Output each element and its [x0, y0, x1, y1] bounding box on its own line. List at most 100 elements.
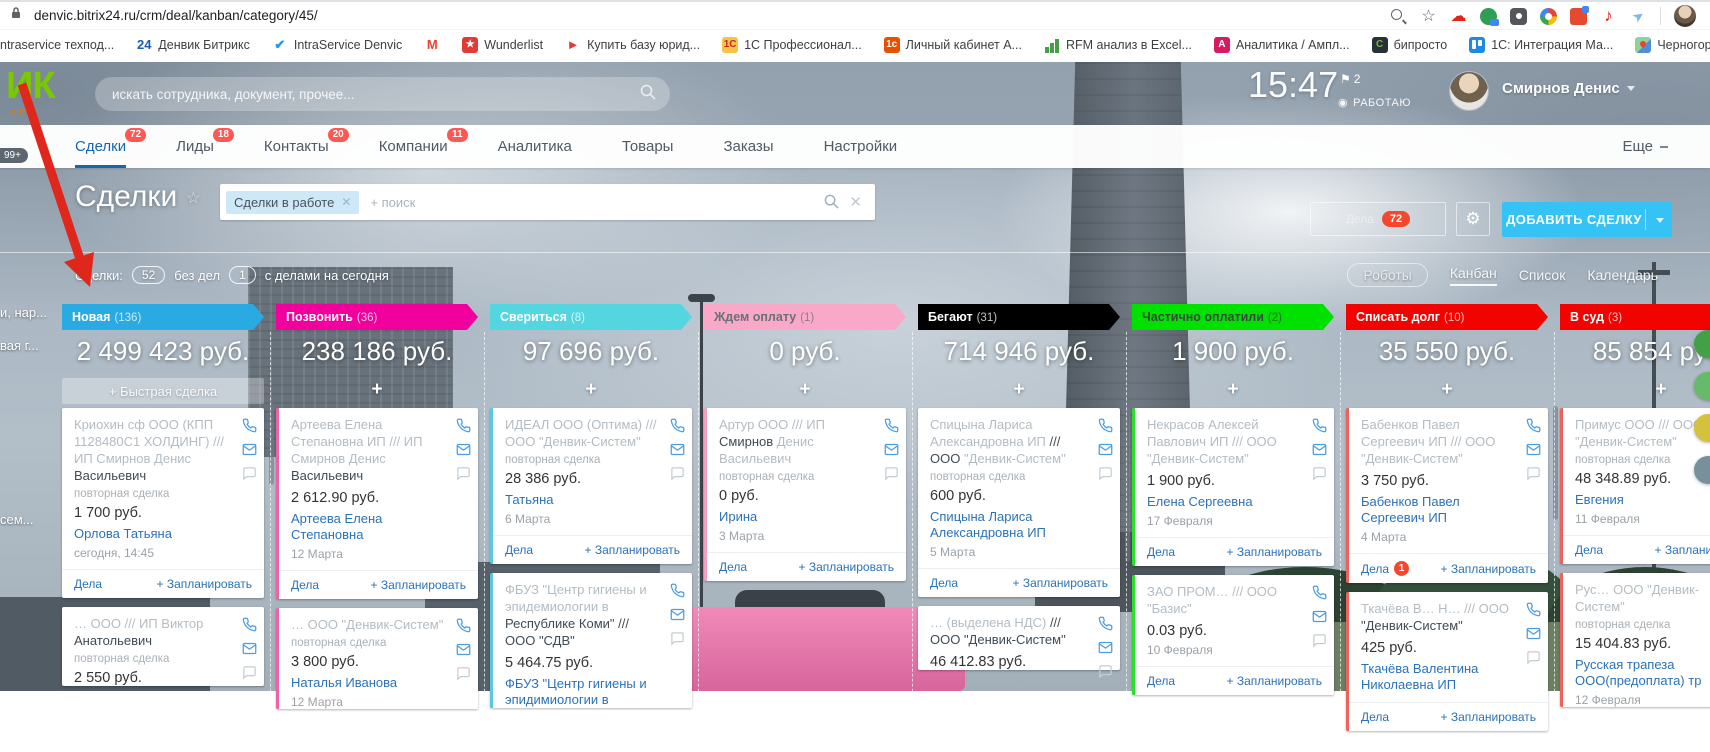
- envelope-icon[interactable]: [1526, 626, 1541, 641]
- cloud-extension-icon[interactable]: ☁: [1450, 8, 1467, 25]
- filter-search-input[interactable]: [370, 195, 815, 210]
- chat-bubble-icon[interactable]: [884, 466, 899, 481]
- card-plan-link[interactable]: + Запланировать: [370, 578, 466, 592]
- add-card-button[interactable]: +: [1132, 378, 1334, 402]
- browser-profile-avatar[interactable]: [1674, 5, 1696, 27]
- bookmark-item[interactable]: AАналитика / Ампл...: [1214, 37, 1350, 53]
- card-deals-link[interactable]: Дела: [74, 577, 102, 591]
- card-plan-link[interactable]: + Запланировать: [1654, 543, 1710, 557]
- nav-more-button[interactable]: Еще: [1622, 125, 1668, 168]
- chat-bubble-icon[interactable]: [456, 666, 471, 681]
- envelope-icon[interactable]: [884, 442, 899, 457]
- column-header[interactable]: Бегают(31): [918, 304, 1120, 330]
- bookmark-item[interactable]: ►Купить базу юрид...: [565, 37, 700, 53]
- kanban-card[interactable]: ЗАО ПРОМ… /// ООО "Базис"0.03 руб.10 Фев…: [1132, 575, 1334, 695]
- work-clock[interactable]: 15:47: [1248, 64, 1338, 106]
- column-header[interactable]: В суд(3): [1560, 304, 1710, 330]
- chat-widget-icon[interactable]: [1694, 330, 1710, 358]
- bookmark-star-icon[interactable]: ☆: [1420, 8, 1437, 25]
- card-plan-link[interactable]: + Запланировать: [1440, 710, 1536, 724]
- phone-icon[interactable]: [1098, 418, 1113, 433]
- bookmark-item[interactable]: ★Wunderlist: [462, 37, 543, 53]
- url-text[interactable]: denvic.bitrix24.ru/crm/deal/kanban/categ…: [34, 8, 318, 23]
- column-scrollbar[interactable]: [1553, 406, 1558, 520]
- view-tab-Канбан[interactable]: Канбан: [1450, 265, 1497, 286]
- chat-bubble-icon[interactable]: [670, 466, 685, 481]
- flag-counter[interactable]: ⚑2: [1340, 72, 1360, 86]
- bookmark-item[interactable]: 1С: Интеграция Ма...: [1469, 37, 1613, 53]
- kanban-card[interactable]: Бабенков Павел Сергеевич ИП /// ООО "Ден…: [1346, 408, 1548, 583]
- bookmark-item[interactable]: RFM анализ в Excel...: [1044, 37, 1192, 53]
- tab-Компании[interactable]: Компании11: [379, 125, 448, 168]
- card-deals-link[interactable]: Дела: [291, 578, 319, 592]
- column-header[interactable]: Частично оплатили(2): [1132, 304, 1334, 330]
- chat-bubble-icon[interactable]: [456, 466, 471, 481]
- pagespeed-extension-icon[interactable]: [1540, 8, 1557, 25]
- kanban-card[interactable]: Артеева Елена Степановна ИП /// ИП Смирн…: [276, 408, 478, 599]
- card-contact-link[interactable]: Артеева Елена Степановна: [291, 511, 448, 544]
- card-plan-link[interactable]: + Запланировать: [156, 577, 252, 591]
- envelope-icon[interactable]: [1098, 640, 1113, 655]
- add-card-button[interactable]: +: [1560, 378, 1710, 402]
- chat-bubble-icon[interactable]: [1526, 466, 1541, 481]
- chat-widget-icon[interactable]: [1694, 414, 1710, 442]
- card-plan-link[interactable]: + Запланировать: [1012, 576, 1108, 590]
- phone-icon[interactable]: [1526, 602, 1541, 617]
- user-avatar[interactable]: [1450, 72, 1488, 110]
- card-contact-link[interactable]: Бабенков Павел Сергеевич ИП: [1361, 494, 1518, 527]
- lightbulb-extension-icon[interactable]: [1510, 8, 1527, 25]
- card-deals-link[interactable]: Дела1: [1361, 561, 1409, 576]
- card-deals-link[interactable]: Дела: [1361, 710, 1389, 724]
- global-search-input[interactable]: [112, 87, 640, 102]
- bookmark-item[interactable]: Cбипросто: [1372, 37, 1448, 53]
- bookmark-item[interactable]: 1С1С Профессионал...: [722, 37, 862, 53]
- column-header[interactable]: Ждем оплату(1): [704, 304, 906, 330]
- kanban-card[interactable]: Рус… ООО "Денвик-Систем"повторная сделка…: [1560, 573, 1710, 707]
- column-header[interactable]: Свериться(8): [490, 304, 692, 330]
- card-deals-link[interactable]: Дела: [719, 560, 747, 574]
- card-contact-link[interactable]: Елена Сергеевна: [1147, 494, 1304, 510]
- envelope-icon[interactable]: [1312, 442, 1327, 457]
- bookmark-item[interactable]: 24Денвик Битрикс: [136, 37, 250, 53]
- add-card-button[interactable]: +: [490, 378, 692, 402]
- kanban-card[interactable]: ФБУЗ "Центр гигиены и эпидемиологии в Ре…: [490, 573, 692, 708]
- card-contact-link[interactable]: Наталья Иванова: [291, 675, 448, 691]
- envelope-icon[interactable]: [670, 607, 685, 622]
- user-menu[interactable]: Смирнов Денис: [1502, 80, 1635, 97]
- add-card-button[interactable]: +: [704, 378, 906, 402]
- bookmark-item[interactable]: ✔IntraService Denvic: [272, 37, 402, 53]
- work-status[interactable]: ◉РАБОТАЮ: [1338, 96, 1411, 109]
- phone-icon[interactable]: [670, 583, 685, 598]
- envelope-icon[interactable]: [1526, 442, 1541, 457]
- phone-icon[interactable]: [670, 418, 685, 433]
- phone-icon[interactable]: [1312, 418, 1327, 433]
- filter-clear-icon[interactable]: ✕: [849, 193, 862, 211]
- column-header[interactable]: Списать долг(10): [1346, 304, 1548, 330]
- music-note-extension-icon[interactable]: ♪: [1600, 8, 1617, 25]
- phone-icon[interactable]: [1098, 616, 1113, 631]
- kanban-card[interactable]: Примус ООО /// ООО "Денвик-Систем"повтор…: [1560, 408, 1710, 564]
- card-contact-link[interactable]: Спицына Лариса Александровна ИП: [930, 509, 1090, 542]
- phone-icon[interactable]: [884, 418, 899, 433]
- envelope-icon[interactable]: [670, 442, 685, 457]
- phone-icon[interactable]: [456, 618, 471, 633]
- card-deals-link[interactable]: Дела: [1147, 545, 1175, 559]
- company-logo[interactable]: ИК: [6, 66, 55, 106]
- filter-search-icon[interactable]: [824, 194, 839, 214]
- column-scrollbar[interactable]: [269, 402, 274, 485]
- card-plan-link[interactable]: + Запланировать: [584, 543, 680, 557]
- card-plan-link[interactable]: + Запланировать: [1440, 562, 1536, 576]
- bookmark-item[interactable]: Черногория – Goo...: [1635, 37, 1710, 53]
- today-activity-count[interactable]: 1: [229, 266, 256, 284]
- card-deals-link[interactable]: Дела: [930, 576, 958, 590]
- card-contact-link[interactable]: Орлова Татьяна: [74, 526, 234, 542]
- address-bar[interactable]: denvic.bitrix24.ru/crm/deal/kanban/categ…: [0, 0, 1710, 30]
- card-contact-link[interactable]: Евгения: [1575, 492, 1710, 508]
- tab-Аналитика[interactable]: Аналитика: [498, 125, 572, 168]
- tab-Товары[interactable]: Товары: [622, 125, 674, 168]
- envelope-icon[interactable]: [242, 641, 257, 656]
- tab-Заказы[interactable]: Заказы: [723, 125, 773, 168]
- add-card-button[interactable]: +: [918, 378, 1120, 402]
- chat-bubble-icon[interactable]: [242, 665, 257, 680]
- chat-bubble-icon[interactable]: [1312, 466, 1327, 481]
